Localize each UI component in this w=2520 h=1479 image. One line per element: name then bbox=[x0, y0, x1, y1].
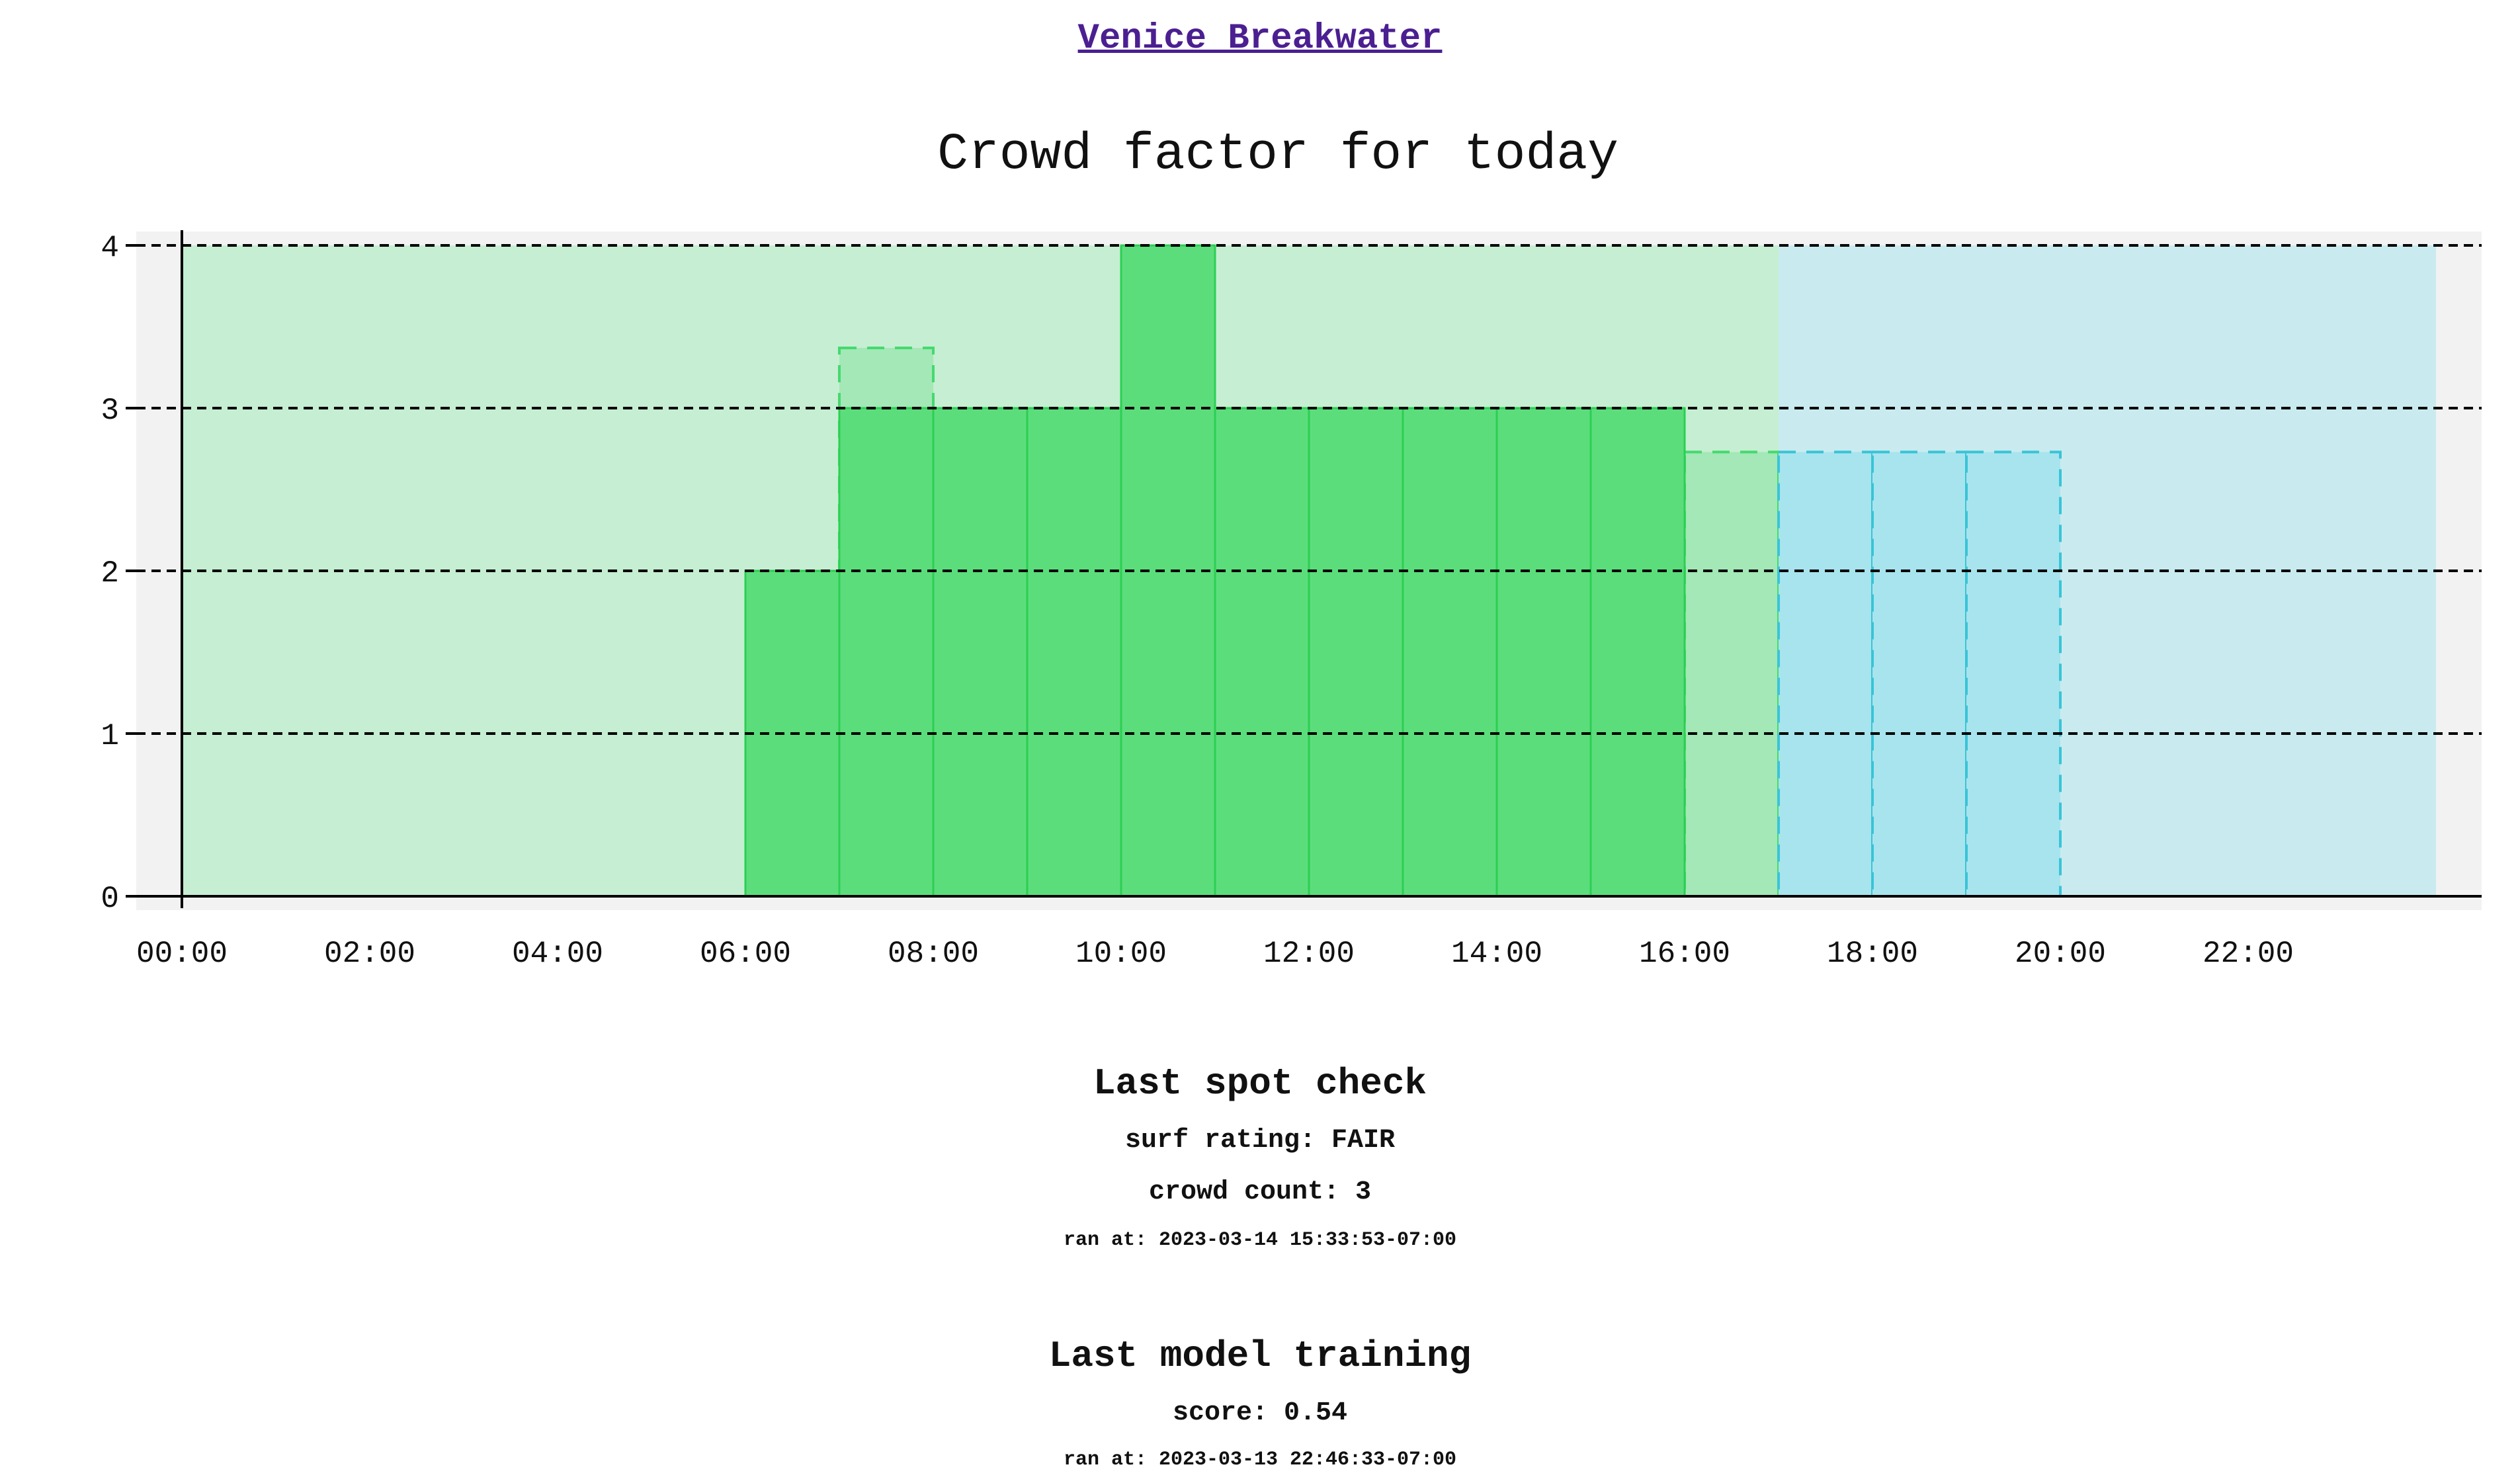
x-tick-label: 22:00 bbox=[2203, 937, 2294, 971]
observed-bar bbox=[1495, 407, 1592, 898]
x-tick-label: 08:00 bbox=[888, 937, 979, 971]
x-tick-label: 14:00 bbox=[1451, 937, 1542, 971]
y-tick-label: 3 bbox=[101, 394, 119, 428]
expected-bar bbox=[1871, 450, 1968, 898]
x-tick-label: 20:00 bbox=[2015, 937, 2106, 971]
spot-check-ran-at: ran at: 2023-03-14 15:33:53-07:00 bbox=[1063, 1229, 1457, 1251]
spot-check-heading: Last spot check bbox=[1093, 1062, 1427, 1105]
expected-bar bbox=[1965, 450, 2062, 898]
observed-bar bbox=[1120, 244, 1216, 898]
observed-bar bbox=[1214, 407, 1310, 898]
x-tick-label: 16:00 bbox=[1639, 937, 1730, 971]
crowd-chart: Crowd factor for today 0 1 2 3 4 00:00 02:00 04… bbox=[101, 126, 2482, 971]
expected-bar bbox=[1683, 450, 1780, 898]
y-tick-label: 1 bbox=[101, 719, 119, 753]
x-tick-label: 18:00 bbox=[1827, 937, 1918, 971]
model-score: score: 0.54 bbox=[1172, 1398, 1348, 1428]
model-ran-at: ran at: 2023-03-13 22:46:33-07:00 bbox=[1063, 1449, 1457, 1471]
surf-rating: surf rating: FAIR bbox=[1124, 1126, 1396, 1156]
x-tick-label: 04:00 bbox=[512, 937, 603, 971]
observed-bar bbox=[1026, 407, 1122, 898]
observed-bar bbox=[932, 407, 1029, 898]
crowd-count: crowd count: 3 bbox=[1148, 1177, 1372, 1207]
y-tick-label: 2 bbox=[101, 556, 119, 591]
observed-bar bbox=[1589, 407, 1686, 898]
x-tick-label: 12:00 bbox=[1263, 937, 1355, 971]
y-tick-label: 4 bbox=[101, 231, 119, 265]
x-tick-label: 02:00 bbox=[324, 937, 415, 971]
observed-bar bbox=[1402, 407, 1498, 898]
x-tick-label: 10:00 bbox=[1075, 937, 1167, 971]
y-tick-label: 0 bbox=[101, 882, 119, 916]
expected-bar bbox=[1777, 450, 1874, 898]
chart-title: Crowd factor for today bbox=[937, 126, 1618, 184]
plot-area: 0 1 2 3 4 00:00 02:00 04:00 06:00 08:00 10:00 12:00… bbox=[101, 230, 2482, 971]
x-tick-label: 06:00 bbox=[700, 937, 791, 971]
x-tick-label: 00:00 bbox=[136, 937, 228, 971]
observed-bar bbox=[838, 407, 935, 898]
observed-bar bbox=[1308, 407, 1404, 898]
model-training-heading: Last model training bbox=[1048, 1335, 1472, 1377]
